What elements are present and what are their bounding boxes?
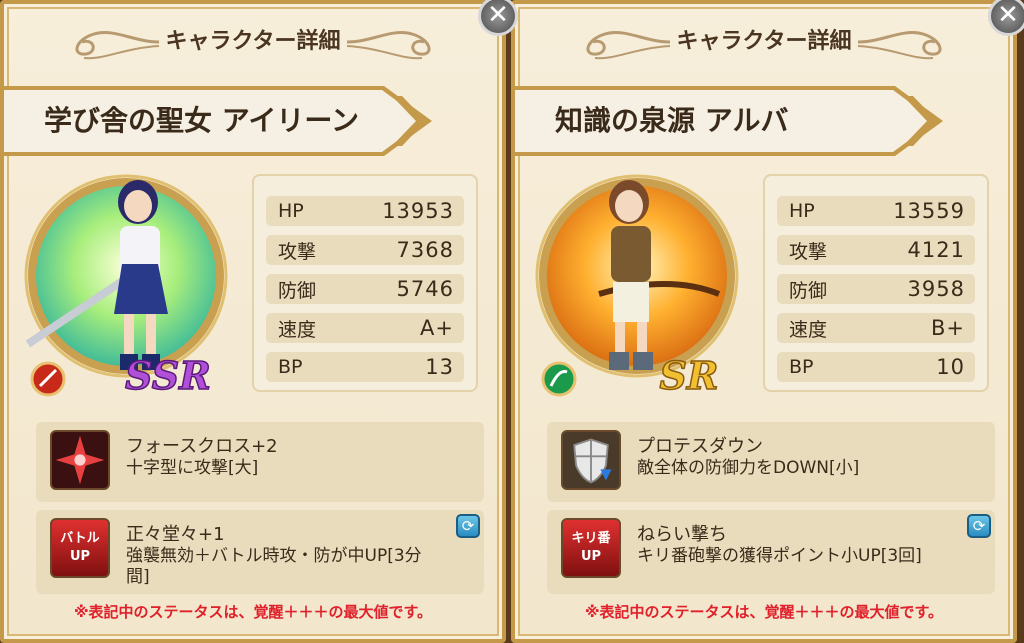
refresh-icon[interactable]: ⟳: [456, 514, 480, 538]
skill-description: 十字型に攻撃[大]: [126, 458, 259, 478]
rarity-badge: SSR: [125, 353, 211, 398]
stat-defense: 防御 3958: [777, 274, 975, 304]
character-detail-panel: キャラクター詳細 知識の泉源 アルバ SR HP 13559 攻撃 4121 防…: [511, 0, 1017, 643]
stat-hp: HP 13559: [777, 196, 975, 226]
flourish-ornament-icon: [857, 31, 942, 60]
stats-panel: HP 13559 攻撃 4121 防御 3958 速度 B+ BP 10: [763, 174, 989, 392]
stat-speed: 速度 A+: [266, 313, 464, 343]
character-name: 知識の泉源 アルバ: [555, 104, 789, 137]
battle-up-icon: バトル UP: [50, 518, 110, 578]
character-detail-panel: キャラクター詳細 学び舎の聖女 アイリーン SSR HP 13953 攻撃 73…: [0, 0, 506, 643]
kiriban-up-icon: キリ番 UP: [561, 518, 621, 578]
rarity-badge: SR: [659, 353, 718, 398]
ability-description: キリ番砲撃の獲得ポイント小UP[3回]: [637, 546, 922, 566]
cross-star-icon: [50, 430, 110, 490]
flourish-ornament-icon: [346, 31, 431, 60]
stat-defense: 防御 5746: [266, 274, 464, 304]
skill-title: フォースクロス+2: [126, 436, 278, 457]
stat-bp: BP 13: [266, 352, 464, 382]
close-button[interactable]: ✕: [988, 0, 1024, 36]
character-name: 学び舎の聖女 アイリーン: [44, 104, 359, 137]
skill-card[interactable]: プロテスダウン 敵全体の防御力をDOWN[小]: [547, 422, 995, 502]
stat-attack: 攻撃 4121: [777, 235, 975, 265]
refresh-icon[interactable]: ⟳: [967, 514, 991, 538]
ability-card[interactable]: バトル UP 正々堂々+1 強襲無効＋バトル時攻・防が中UP[3分間] ⟳: [36, 510, 484, 594]
shield-down-icon: [561, 430, 621, 490]
stat-bp: BP 10: [777, 352, 975, 382]
ability-title: ねらい撃ち: [637, 524, 727, 545]
max-status-note: ※表記中のステータスは、覚醒＋＋＋の最大値です。: [73, 603, 433, 621]
sword-icon: [30, 361, 66, 397]
max-status-note: ※表記中のステータスは、覚醒＋＋＋の最大値です。: [584, 603, 944, 621]
skill-title: プロテスダウン: [637, 436, 763, 457]
stats-panel: HP 13953 攻撃 7368 防御 5746 速度 A+ BP 13: [252, 174, 478, 392]
ability-title: 正々堂々+1: [126, 524, 225, 545]
skill-description: 敵全体の防御力をDOWN[小]: [637, 458, 860, 478]
skill-card[interactable]: フォースクロス+2 十字型に攻撃[大]: [36, 422, 484, 502]
bow-icon: [541, 361, 577, 397]
stat-speed: 速度 B+: [777, 313, 975, 343]
character-portrait: SR: [535, 174, 739, 399]
stat-hp: HP 13953: [266, 196, 464, 226]
character-portrait: SSR: [24, 174, 228, 399]
ability-description: 強襲無効＋バトル時攻・防が中UP[3分間]: [126, 546, 422, 587]
stat-attack: 攻撃 7368: [266, 235, 464, 265]
ability-card[interactable]: キリ番 UP ねらい撃ち キリ番砲撃の獲得ポイント小UP[3回] ⟳: [547, 510, 995, 594]
